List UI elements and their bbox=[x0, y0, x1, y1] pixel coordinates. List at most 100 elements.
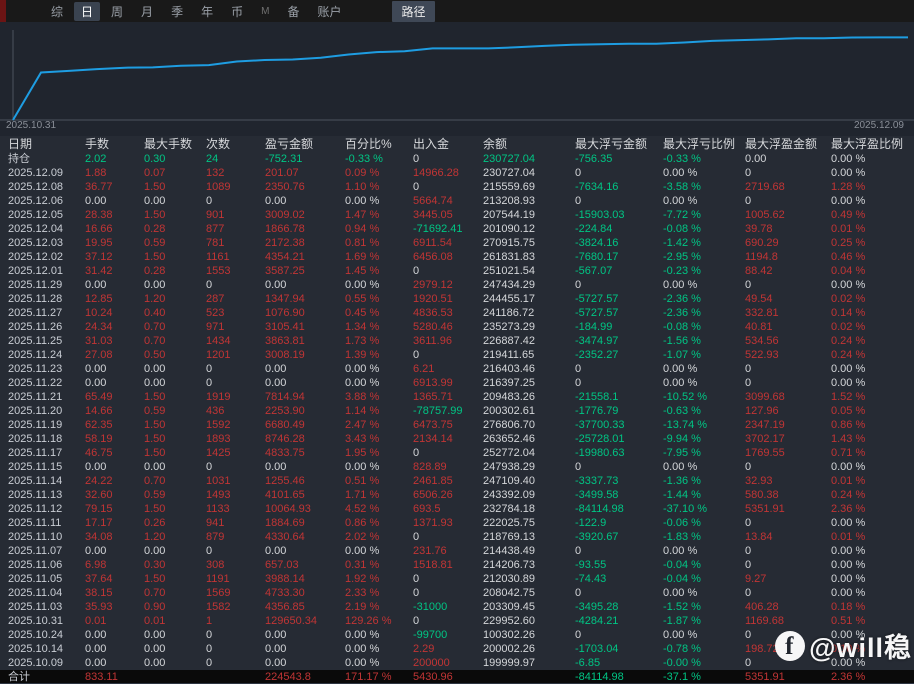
table-row[interactable]: 2025.12.0131.420.2815533587.251.45 %0251… bbox=[0, 264, 914, 278]
column-header-4[interactable]: 盈亏金额 bbox=[265, 136, 345, 152]
table-row[interactable]: 2025.11.1117.170.269411884.690.86 %1371.… bbox=[0, 516, 914, 530]
table-row[interactable]: 2025.11.2710.240.405231076.900.45 %4836.… bbox=[0, 306, 914, 320]
table-row[interactable]: 2025.11.070.000.0000.000.00 %231.7621443… bbox=[0, 544, 914, 558]
cell: 2025.10.31 bbox=[8, 614, 85, 628]
cell: 6473.75 bbox=[413, 418, 483, 432]
cell: 0.00 % bbox=[663, 586, 745, 600]
table-row[interactable]: 2025.11.2427.080.5012013008.191.39 %0219… bbox=[0, 348, 914, 362]
table-row[interactable]: 2025.11.1858.191.5018938746.283.43 %2134… bbox=[0, 432, 914, 446]
column-header-10[interactable]: 最大浮盈金额 bbox=[745, 136, 831, 152]
table-row[interactable]: 2025.11.1332.600.5914934101.651.71 %6506… bbox=[0, 488, 914, 502]
cell: 0.24 % bbox=[831, 348, 906, 362]
cell: 2025.12.09 bbox=[8, 166, 85, 180]
cell: 6.21 bbox=[413, 362, 483, 376]
table-row[interactable]: 2025.11.2624.340.709713105.411.34 %5280.… bbox=[0, 320, 914, 334]
cell: -0.33 % bbox=[663, 152, 745, 166]
column-header-9[interactable]: 最大浮亏比例 bbox=[663, 136, 745, 152]
path-button[interactable]: 路径 bbox=[392, 1, 434, 22]
table-row[interactable]: 2025.11.0438.150.7015694733.302.33 %0208… bbox=[0, 586, 914, 600]
cell: 37.64 bbox=[85, 572, 144, 586]
table-row[interactable]: 2025.12.0319.950.597812172.380.81 %6911.… bbox=[0, 236, 914, 250]
column-header-8[interactable]: 最大浮亏金额 bbox=[575, 136, 663, 152]
cell: 0.40 bbox=[144, 306, 206, 320]
table-row[interactable]: 2025.11.1034.081.208794330.642.02 %02187… bbox=[0, 530, 914, 544]
cell: 129.26 % bbox=[345, 614, 413, 628]
cell: -3474.97 bbox=[575, 334, 663, 348]
topbar-item-2[interactable]: 周 bbox=[104, 2, 130, 21]
cell: 79.15 bbox=[85, 502, 144, 516]
cell: 0.14 % bbox=[831, 306, 906, 320]
topbar-item-5[interactable]: 年 bbox=[194, 2, 220, 21]
column-header-11[interactable]: 最大浮盈比例 bbox=[831, 136, 906, 152]
topbar-item-0[interactable]: 综 bbox=[44, 2, 70, 21]
table-row[interactable]: 2025.11.066.980.30308657.030.31 %1518.81… bbox=[0, 558, 914, 572]
topbar-item-8[interactable]: 备 bbox=[280, 2, 306, 21]
cell: 3863.81 bbox=[265, 334, 345, 348]
topbar-item-4[interactable]: 季 bbox=[164, 2, 190, 21]
topbar-item-1[interactable]: 日 bbox=[74, 2, 100, 21]
cell: 0.00 bbox=[85, 642, 144, 656]
cell: 4833.75 bbox=[265, 446, 345, 460]
cell: 1.10 % bbox=[345, 180, 413, 194]
table-row[interactable]: 2025.11.1279.151.50113310064.934.52 %693… bbox=[0, 502, 914, 516]
table-row[interactable]: 2025.11.230.000.0000.000.00 %6.21216403.… bbox=[0, 362, 914, 376]
cell: 1592 bbox=[206, 418, 265, 432]
table-row[interactable]: 2025.12.0528.381.509013009.021.47 %3445.… bbox=[0, 208, 914, 222]
cell: 1.88 bbox=[85, 166, 144, 180]
table-row[interactable]: 2025.11.1962.351.5015926680.492.47 %6473… bbox=[0, 418, 914, 432]
cell: -10.52 % bbox=[663, 390, 745, 404]
cell: 1.73 % bbox=[345, 334, 413, 348]
cell: 1425 bbox=[206, 446, 265, 460]
cell: 214206.73 bbox=[483, 558, 575, 572]
table-row[interactable]: 2025.12.091.880.07132201.070.09 %14966.2… bbox=[0, 166, 914, 180]
topbar-item-3[interactable]: 月 bbox=[134, 2, 160, 21]
cell: 0 bbox=[575, 166, 663, 180]
cell: 1.95 % bbox=[345, 446, 413, 460]
column-header-0[interactable]: 日期 bbox=[8, 136, 85, 152]
cell: -2.36 % bbox=[663, 292, 745, 306]
column-header-2[interactable]: 最大手数 bbox=[144, 136, 206, 152]
cell: 1.69 % bbox=[345, 250, 413, 264]
table-row[interactable]: 持仓2.020.3024-752.31-0.33 %0230727.04-756… bbox=[0, 152, 914, 166]
table-row[interactable]: 2025.11.2531.030.7014343863.811.73 %3611… bbox=[0, 334, 914, 348]
cell bbox=[483, 670, 575, 684]
cell: 215559.69 bbox=[483, 180, 575, 194]
table-row[interactable]: 2025.11.2014.660.594362253.901.14 %-7875… bbox=[0, 404, 914, 418]
cell: 1191 bbox=[206, 572, 265, 586]
cell: 229952.60 bbox=[483, 614, 575, 628]
table-row[interactable]: 2025.11.220.000.0000.000.00 %6913.992163… bbox=[0, 376, 914, 390]
cell: 1.50 bbox=[144, 180, 206, 194]
table-row[interactable]: 2025.11.1746.751.5014254833.751.95 %0252… bbox=[0, 446, 914, 460]
column-header-6[interactable]: 出入金 bbox=[413, 136, 483, 152]
column-header-5[interactable]: 百分比% bbox=[345, 136, 413, 152]
table-row[interactable]: 2025.11.2812.851.202871347.940.55 %1920.… bbox=[0, 292, 914, 306]
cell: 14966.28 bbox=[413, 166, 483, 180]
table-row[interactable]: 2025.12.0416.660.288771866.780.94 %-7169… bbox=[0, 222, 914, 236]
table-row[interactable]: 2025.11.0537.641.5011913988.141.92 %0212… bbox=[0, 572, 914, 586]
column-header-7[interactable]: 余额 bbox=[483, 136, 575, 152]
cell: 247938.29 bbox=[483, 460, 575, 474]
table-row[interactable]: 2025.11.0335.930.9015824356.852.19 %-310… bbox=[0, 600, 914, 614]
table-row[interactable]: 2025.12.0237.121.5011614354.211.69 %6456… bbox=[0, 250, 914, 264]
cell: -756.35 bbox=[575, 152, 663, 166]
cell: 0.00 % bbox=[831, 586, 906, 600]
column-header-1[interactable]: 手数 bbox=[85, 136, 144, 152]
column-header-3[interactable]: 次数 bbox=[206, 136, 265, 152]
table-row[interactable]: 2025.12.0836.771.5010892350.761.10 %0215… bbox=[0, 180, 914, 194]
topbar-item-9[interactable]: 账户 bbox=[310, 2, 348, 21]
total-row[interactable]: 合计833.11224543.8171.17 %5430.96-84114.98… bbox=[0, 670, 914, 684]
table-row[interactable]: 2025.11.2165.491.5019197814.943.88 %1365… bbox=[0, 390, 914, 404]
cell: -74.43 bbox=[575, 572, 663, 586]
topbar-item-7[interactable]: M bbox=[254, 5, 276, 18]
table-row[interactable]: 2025.12.060.000.0000.000.00 %5664.742132… bbox=[0, 194, 914, 208]
table-header-row: 日期手数最大手数次数盈亏金额百分比%出入金余额最大浮亏金额最大浮亏比例最大浮盈金… bbox=[0, 136, 914, 152]
equity-curve-chart[interactable]: 2025.10.31 2025.12.09 bbox=[0, 22, 914, 136]
cell: -752.31 bbox=[265, 152, 345, 166]
table-row[interactable]: 2025.11.290.000.0000.000.00 %2979.122474… bbox=[0, 278, 914, 292]
cell: 657.03 bbox=[265, 558, 345, 572]
topbar-item-6[interactable]: 币 bbox=[224, 2, 250, 21]
cell: 230727.04 bbox=[483, 166, 575, 180]
table-row[interactable]: 2025.11.150.000.0000.000.00 %828.8924793… bbox=[0, 460, 914, 474]
table-row[interactable]: 2025.11.1424.220.7010311255.460.51 %2461… bbox=[0, 474, 914, 488]
cell: -93.55 bbox=[575, 558, 663, 572]
